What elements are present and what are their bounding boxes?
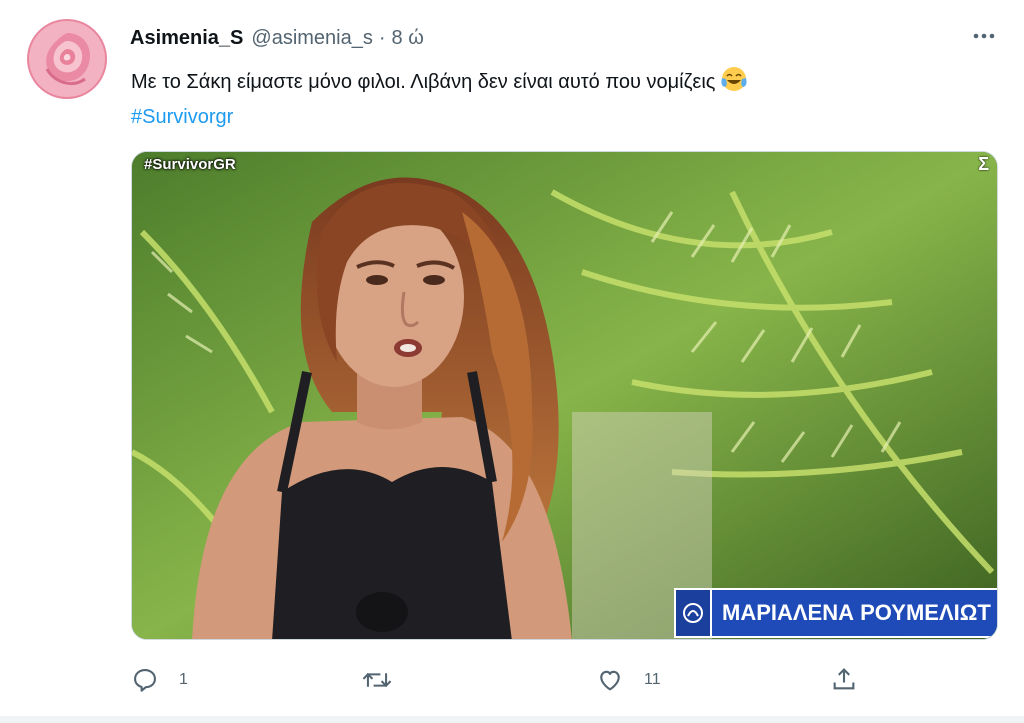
more-dots-icon: [973, 33, 995, 39]
channel-hashtag-overlay: #SurvivorGR: [144, 156, 236, 173]
tweet-timestamp[interactable]: 8 ώ: [392, 27, 424, 50]
like-button[interactable]: 11: [596, 666, 661, 694]
face-with-tears-of-joy-icon: [721, 66, 747, 102]
reply-button[interactable]: 1: [131, 666, 188, 694]
tweet-media-image[interactable]: #SurvivorGR Σ ΜΑΡΙΑΛΕΝΑ ΡΟΥΜΕΛΙΩΤ: [131, 151, 998, 640]
survivor-contestant-photo: [132, 152, 997, 639]
rose-avatar-image: [29, 21, 105, 97]
like-count: 11: [644, 671, 661, 688]
reply-icon: [134, 669, 156, 692]
header-separator: ·: [378, 26, 386, 49]
hashtag-link[interactable]: #Survivorgr: [131, 106, 233, 128]
heart-icon: [600, 670, 620, 691]
retweet-icon: [362, 672, 392, 688]
tweet-actions-bar: 1 11: [0, 662, 1024, 698]
tweet-card[interactable]: Asimenia_S @asimenia_s · 8 ώ Με το Σάκη …: [0, 0, 1024, 723]
tweet-text-line: Με το Σάκη είμαστε μόνο φιλοι. Λιβάνη δε…: [131, 66, 991, 102]
lower-third-banner: ΜΑΡΙΑΛΕΝΑ ΡΟΥΜΕΛΙΩΤ: [674, 588, 997, 638]
author-handle[interactable]: @asimenia_s: [251, 27, 372, 50]
channel-logo-overlay: Σ: [978, 154, 989, 174]
share-icon: [833, 668, 855, 690]
survivor-logo-icon: [674, 588, 712, 638]
reply-count: 1: [179, 671, 188, 688]
avatar[interactable]: [27, 19, 107, 99]
tweet-body-text: Με το Σάκη είμαστε μόνο φιλοι. Λιβάνη δε…: [131, 71, 716, 93]
contestant-name: ΜΑΡΙΑΛΕΝΑ ΡΟΥΜΕΛΙΩΤ: [712, 588, 997, 638]
more-options-button[interactable]: [966, 24, 1002, 48]
retweet-button[interactable]: [360, 666, 414, 694]
author-name[interactable]: Asimenia_S: [130, 27, 243, 50]
tweet-header: Asimenia_S @asimenia_s · 8 ώ: [130, 24, 424, 52]
divider: [0, 716, 1024, 723]
share-button[interactable]: [830, 665, 858, 693]
tweet-text: Με το Σάκη είμαστε μόνο φιλοι. Λιβάνη δε…: [131, 66, 991, 133]
